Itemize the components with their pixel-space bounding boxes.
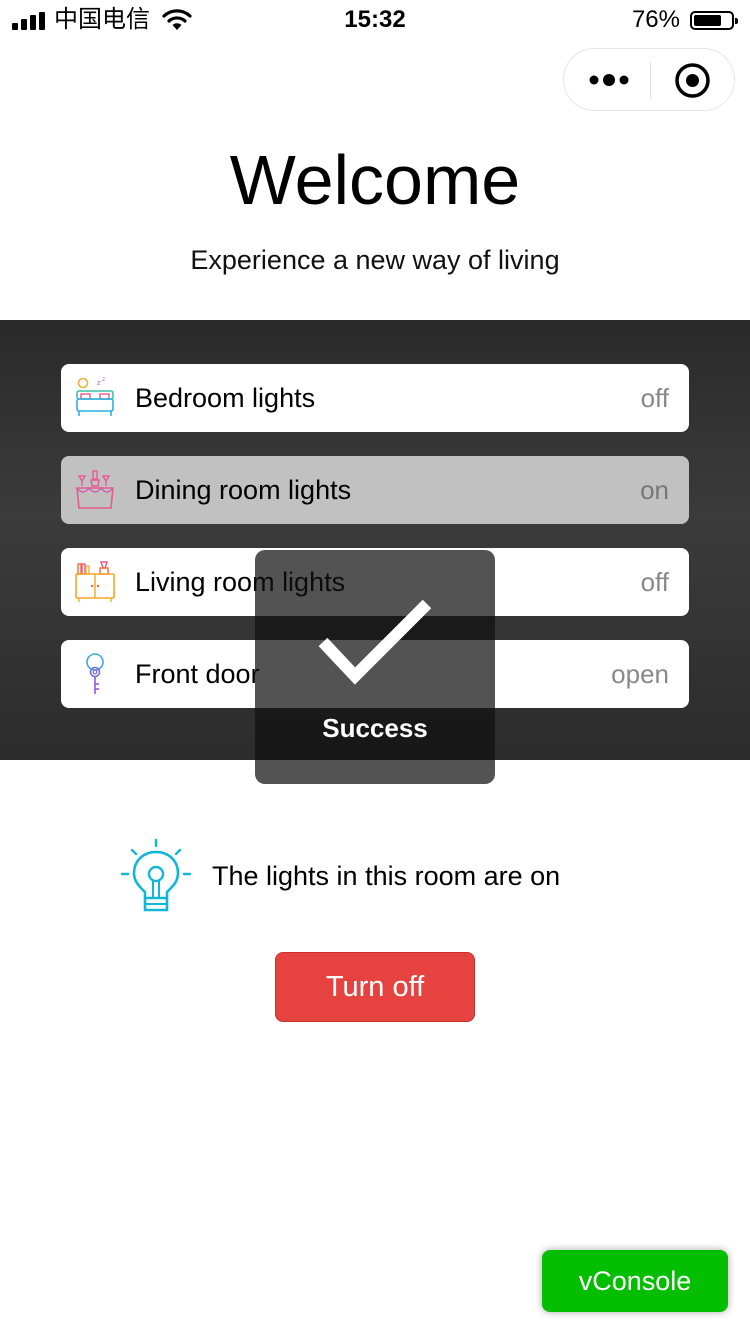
room-item-dining[interactable]: Dining room lights on (61, 456, 689, 524)
room-state: on (640, 475, 669, 505)
room-state: off (640, 567, 669, 597)
battery-icon (690, 11, 738, 30)
vconsole-button[interactable]: vConsole (542, 1250, 728, 1312)
mini-program-capsule (563, 48, 735, 111)
room-label: Front door (135, 659, 260, 689)
status-bar: 中国电信 15:32 76% (0, 0, 750, 40)
turn-off-button[interactable]: Turn off (275, 952, 475, 1022)
living-room-icon (75, 561, 115, 602)
page-title: Welcome (229, 141, 521, 219)
room-label: Bedroom lights (135, 383, 316, 413)
room-item-bedroom[interactable]: z z Bedroom lights off (61, 364, 689, 432)
checkmark-icon (318, 599, 432, 685)
page-subtitle: Experience a new way of living (190, 245, 560, 275)
room-status-text: The lights in this room are on (212, 861, 561, 891)
success-toast: Success (255, 550, 495, 784)
lightbulb-icon (120, 838, 192, 912)
bedroom-icon: z z (76, 376, 114, 416)
more-icon[interactable] (588, 67, 630, 93)
svg-text:z: z (102, 376, 105, 383)
room-state: off (640, 383, 669, 413)
room-label: Dining room lights (135, 475, 352, 505)
battery-percent: 76% (631, 6, 680, 33)
battery-fill (694, 15, 722, 26)
dining-icon (76, 470, 114, 509)
room-state: open (611, 659, 669, 689)
key-icon (86, 653, 104, 694)
toast-message: Success (322, 713, 428, 743)
svg-text:z: z (97, 379, 101, 387)
capsule-divider (650, 62, 651, 99)
close-target-icon[interactable] (674, 62, 711, 99)
